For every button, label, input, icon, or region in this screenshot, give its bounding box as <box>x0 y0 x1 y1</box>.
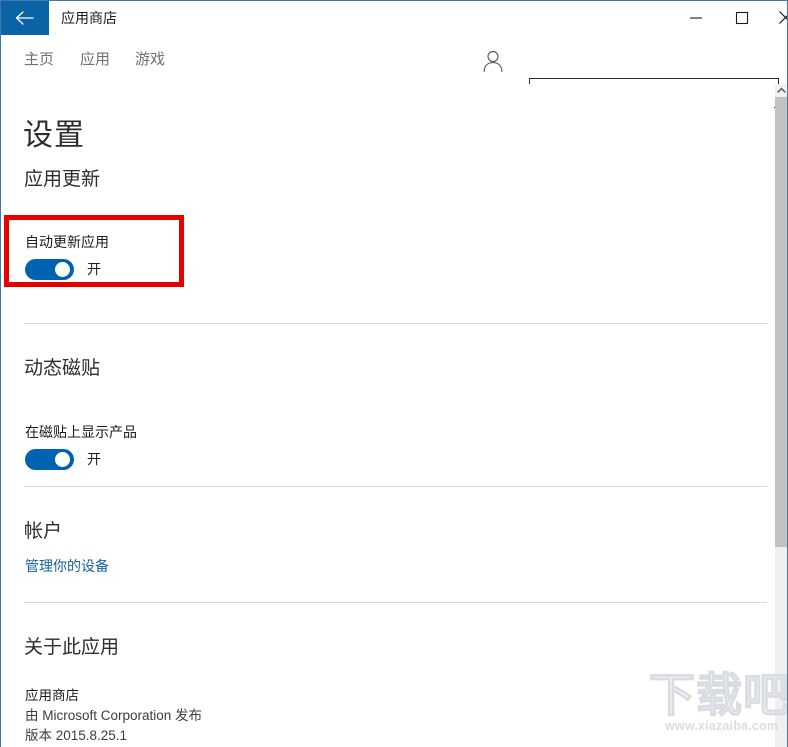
scrollbar-track[interactable] <box>775 547 788 747</box>
setting-label-show-products-on-tile: 在磁贴上显示产品 <box>25 422 137 442</box>
settings-content: 设置 应用更新 自动更新应用 开 动态磁贴 在磁贴上显示产品 开 帐户 管理你的… <box>2 84 774 747</box>
title-bar: 应用商店 <box>1 1 788 36</box>
maximize-icon[interactable] <box>719 1 765 34</box>
tab-games[interactable]: 游戏 <box>135 36 165 84</box>
about-extra-line: 使用条款 隐私和 Cookie <box>25 743 169 747</box>
toggle-knob <box>55 452 70 467</box>
about-app-name: 应用商店 <box>25 684 79 704</box>
window-title: 应用商店 <box>61 1 117 35</box>
tab-home[interactable]: 主页 <box>24 36 54 84</box>
tab-apps[interactable]: 应用 <box>80 36 110 84</box>
vertical-scrollbar[interactable] <box>775 84 788 747</box>
page-title: 设置 <box>23 110 85 154</box>
section-divider <box>24 486 767 487</box>
section-divider <box>24 323 767 324</box>
toggle-row-show-products: 开 <box>25 448 101 470</box>
navigation-bar: 主页 应用 游戏 <box>1 36 788 84</box>
setting-label-auto-update: 自动更新应用 <box>25 232 109 252</box>
about-publisher: 由 Microsoft Corporation 发布 <box>25 704 202 724</box>
store-settings-window: 应用商店 主页 应用 游戏 <box>0 0 788 747</box>
manage-devices-link[interactable]: 管理你的设备 <box>25 556 109 576</box>
back-arrow-icon[interactable] <box>1 1 49 35</box>
toggle-state-auto-update: 开 <box>87 259 101 279</box>
section-heading-about: 关于此应用 <box>24 632 119 659</box>
person-icon[interactable] <box>478 46 508 76</box>
toggle-show-products-on-tile[interactable] <box>25 449 74 470</box>
toggle-auto-update-apps[interactable] <box>25 259 74 280</box>
section-heading-account: 帐户 <box>24 516 62 543</box>
scrollbar-thumb[interactable] <box>775 97 788 547</box>
toggle-row-auto-update: 开 <box>25 258 101 280</box>
section-heading-app-updates: 应用更新 <box>24 164 100 191</box>
close-icon[interactable] <box>765 1 788 34</box>
chevron-up-icon[interactable] <box>775 84 788 97</box>
toggle-knob <box>55 262 70 277</box>
toggle-state-show-products: 开 <box>87 449 101 469</box>
minimize-icon[interactable] <box>673 1 719 34</box>
section-heading-live-tile: 动态磁贴 <box>24 353 100 380</box>
about-version: 版本 2015.8.25.1 <box>25 724 127 744</box>
section-divider <box>24 602 767 603</box>
